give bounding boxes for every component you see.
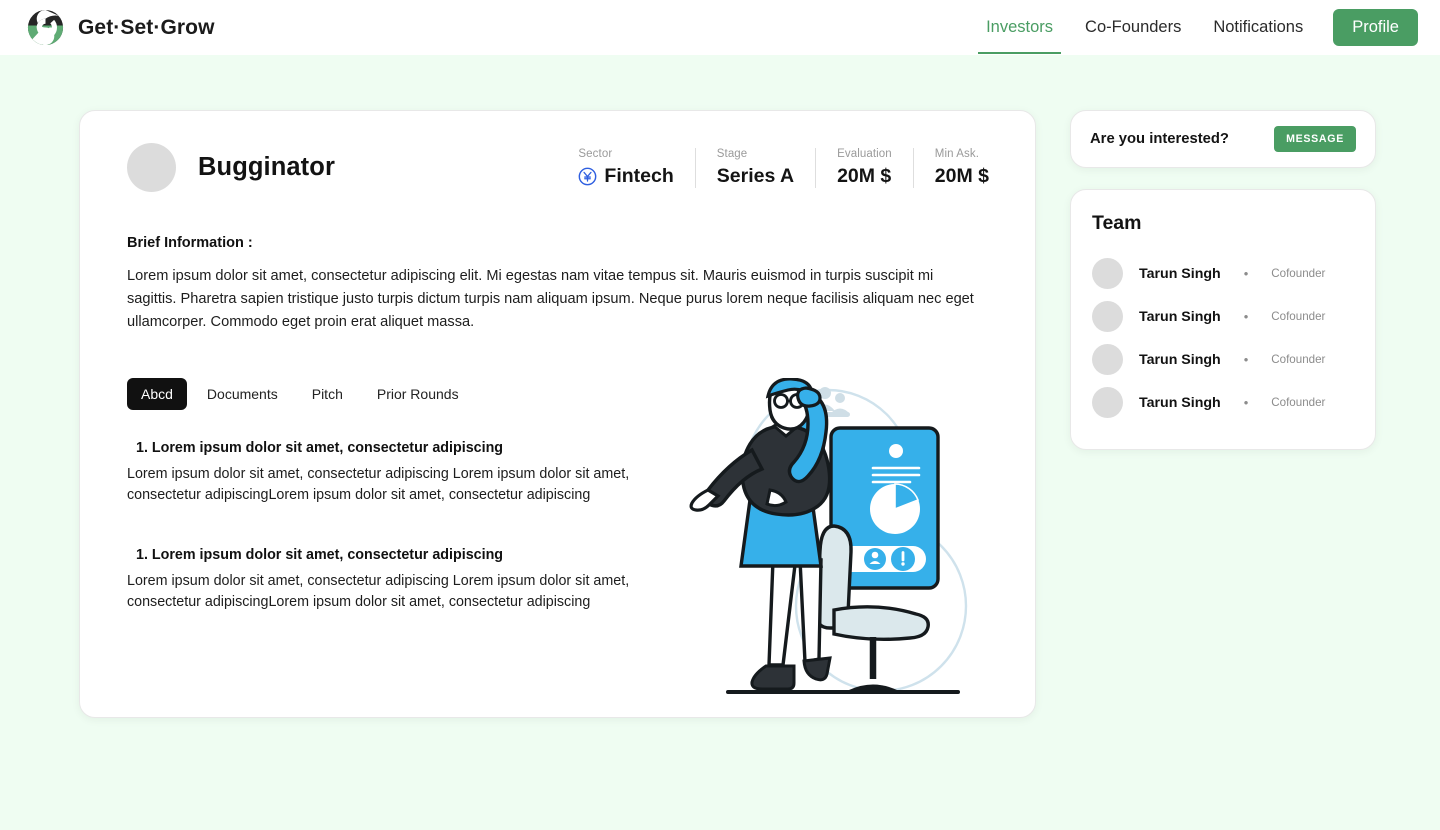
- interest-question: Are you interested?: [1090, 131, 1229, 147]
- team-member-role: Cofounder: [1271, 353, 1326, 366]
- team-member-separator: •: [1243, 266, 1249, 281]
- team-card: Team Tarun Singh • Cofounder Tarun Singh…: [1070, 189, 1376, 450]
- stat-stage-label: Stage: [716, 147, 748, 160]
- tab-abcd[interactable]: Abcd: [127, 378, 187, 410]
- company-header: Bugginator Sector Fintech Stage Series A…: [127, 143, 989, 192]
- tab-panel-content: 1. Lorem ipsum dolor sit amet, consectet…: [127, 440, 989, 612]
- tab-prior-rounds[interactable]: Prior Rounds: [363, 378, 473, 410]
- stat-evaluation-label: Evaluation: [837, 147, 892, 160]
- interest-card: Are you interested? MESSAGE: [1070, 110, 1376, 168]
- stat-evaluation-value: 20M $: [837, 164, 892, 187]
- stat-stage-value: Series A: [716, 164, 795, 187]
- content-block-heading: 1. Lorem ipsum dolor sit amet, consectet…: [136, 547, 504, 563]
- top-navigation-bar: Get·Set·Grow Investors Co-Founders Notif…: [0, 0, 1440, 55]
- team-member-avatar: [1092, 344, 1123, 375]
- stat-stage: Stage Series A: [694, 147, 815, 188]
- stat-sector-value: Fintech: [604, 164, 674, 187]
- team-member-row[interactable]: Tarun Singh • Cofounder: [1092, 252, 1355, 295]
- team-member-role: Cofounder: [1271, 310, 1326, 323]
- team-member-name: Tarun Singh: [1139, 351, 1221, 368]
- tab-documents[interactable]: Documents: [193, 378, 292, 410]
- stat-sector-label: Sector: [578, 147, 613, 160]
- swirl-circle-logo-icon: [27, 9, 64, 46]
- content-block-heading: 1. Lorem ipsum dolor sit amet, consectet…: [136, 440, 504, 456]
- stat-sector: Sector Fintech: [557, 148, 694, 188]
- company-avatar: [127, 143, 176, 192]
- content-block: 1. Lorem ipsum dolor sit amet, consectet…: [127, 440, 989, 505]
- nav-item-investors[interactable]: Investors: [970, 1, 1069, 54]
- team-member-role: Cofounder: [1271, 396, 1326, 409]
- yen-circle-icon: [579, 167, 597, 185]
- content-block: 1. Lorem ipsum dolor sit amet, consectet…: [127, 547, 989, 612]
- stat-sector-value-wrap: Fintech: [578, 164, 674, 188]
- nav-item-notifications[interactable]: Notifications: [1197, 1, 1319, 54]
- detail-tabs: Abcd Documents Pitch Prior Rounds: [127, 378, 989, 410]
- team-member-name: Tarun Singh: [1139, 308, 1221, 325]
- team-member-separator: •: [1243, 395, 1249, 410]
- tab-pitch[interactable]: Pitch: [298, 378, 357, 410]
- company-name: Bugginator: [198, 153, 335, 181]
- profile-button[interactable]: Profile: [1333, 9, 1418, 46]
- stat-evaluation: Evaluation 20M $: [815, 147, 913, 188]
- content-block-body: Lorem ipsum dolor sit amet, consectetur …: [127, 573, 630, 610]
- brief-information-section: Brief Information : Lorem ipsum dolor si…: [127, 235, 989, 334]
- team-member-avatar: [1092, 258, 1123, 289]
- brand-name: Get·Set·Grow: [78, 15, 215, 39]
- team-member-name: Tarun Singh: [1139, 394, 1221, 411]
- stat-min-ask: Min Ask. 20M $: [912, 147, 989, 188]
- brief-information-title: Brief Information :: [127, 235, 253, 251]
- team-member-row[interactable]: Tarun Singh • Cofounder: [1092, 338, 1355, 381]
- company-detail-card: Bugginator Sector Fintech Stage Series A…: [79, 110, 1036, 718]
- team-title: Team: [1092, 212, 1142, 234]
- stat-min-ask-value: 20M $: [934, 164, 989, 187]
- stat-min-ask-label: Min Ask.: [934, 147, 980, 160]
- team-member-row[interactable]: Tarun Singh • Cofounder: [1092, 381, 1355, 424]
- team-member-name: Tarun Singh: [1139, 265, 1221, 282]
- main-nav: Investors Co-Founders Notifications Prof…: [970, 1, 1418, 54]
- team-member-separator: •: [1243, 309, 1249, 324]
- page-content: Bugginator Sector Fintech Stage Series A…: [0, 55, 1440, 718]
- team-member-avatar: [1092, 387, 1123, 418]
- team-member-row[interactable]: Tarun Singh • Cofounder: [1092, 295, 1355, 338]
- team-member-separator: •: [1243, 352, 1249, 367]
- brief-information-body: Lorem ipsum dolor sit amet, consectetur …: [127, 268, 974, 330]
- team-member-role: Cofounder: [1271, 267, 1326, 280]
- brand-logo[interactable]: Get·Set·Grow: [26, 8, 215, 47]
- company-identity: Bugginator: [127, 143, 335, 192]
- nav-item-co-founders[interactable]: Co-Founders: [1069, 1, 1197, 54]
- sidebar: Are you interested? MESSAGE Team Tarun S…: [1070, 110, 1376, 450]
- content-block-body: Lorem ipsum dolor sit amet, consectetur …: [127, 466, 630, 503]
- message-button[interactable]: MESSAGE: [1274, 126, 1356, 152]
- team-member-avatar: [1092, 301, 1123, 332]
- company-stats: Sector Fintech Stage Series A Evaluation: [557, 147, 989, 188]
